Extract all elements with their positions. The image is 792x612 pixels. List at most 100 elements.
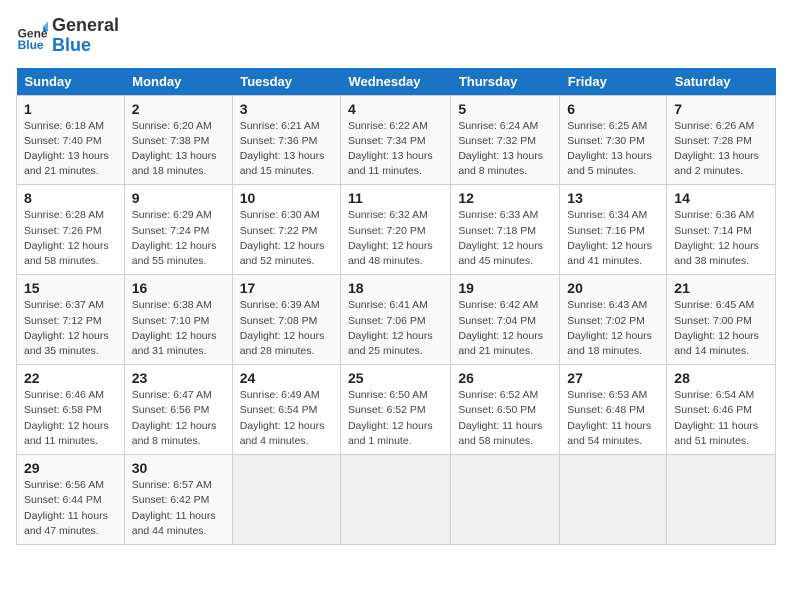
day-number: 15	[24, 280, 117, 296]
day-number: 27	[567, 370, 659, 386]
weekday-wednesday: Wednesday	[340, 68, 450, 96]
calendar-cell: 29 Sunrise: 6:56 AM Sunset: 6:44 PM Dayli…	[17, 455, 125, 545]
calendar-cell	[560, 455, 667, 545]
day-number: 20	[567, 280, 659, 296]
day-number: 1	[24, 101, 117, 117]
weekday-thursday: Thursday	[451, 68, 560, 96]
calendar-cell: 5 Sunrise: 6:24 AM Sunset: 7:32 PM Daylig…	[451, 95, 560, 185]
calendar-cell	[340, 455, 450, 545]
calendar-cell: 4Sunrise: 6:22 AM Sunset: 7:34 PM Daylig…	[340, 95, 450, 185]
calendar-cell: 3 Sunrise: 6:21 AM Sunset: 7:36 PM Daylig…	[232, 95, 340, 185]
day-info: Sunrise: 6:50 AM Sunset: 6:52 PM Dayligh…	[348, 388, 443, 449]
calendar-cell: 25 Sunrise: 6:50 AM Sunset: 6:52 PM Dayli…	[340, 365, 450, 455]
day-number: 22	[24, 370, 117, 386]
weekday-monday: Monday	[124, 68, 232, 96]
day-info: Sunrise: 6:53 AM Sunset: 6:48 PM Dayligh…	[567, 388, 659, 449]
day-number: 19	[458, 280, 552, 296]
day-info: Sunrise: 6:24 AM Sunset: 7:32 PM Dayligh…	[458, 119, 552, 180]
weekday-friday: Friday	[560, 68, 667, 96]
weekday-sunday: Sunday	[17, 68, 125, 96]
logo-icon: General Blue	[16, 20, 48, 52]
calendar-cell: 6 Sunrise: 6:25 AM Sunset: 7:30 PM Daylig…	[560, 95, 667, 185]
calendar-cell	[667, 455, 776, 545]
day-info: Sunrise: 6:46 AM Sunset: 6:58 PM Dayligh…	[24, 388, 117, 449]
day-info: Sunrise: 6:30 AM Sunset: 7:22 PM Dayligh…	[240, 208, 333, 269]
day-number: 21	[674, 280, 768, 296]
calendar-cell: 28Sunrise: 6:54 AM Sunset: 6:46 PM Dayli…	[667, 365, 776, 455]
calendar-cell: 1Sunrise: 6:18 AM Sunset: 7:40 PM Daylig…	[17, 95, 125, 185]
calendar-cell: 19 Sunrise: 6:42 AM Sunset: 7:04 PM Dayli…	[451, 275, 560, 365]
weekday-header-row: SundayMondayTuesdayWednesdayThursdayFrid…	[17, 68, 776, 96]
day-info: Sunrise: 6:20 AM Sunset: 7:38 PM Dayligh…	[132, 119, 225, 180]
day-info: Sunrise: 6:38 AM Sunset: 7:10 PM Dayligh…	[132, 298, 225, 359]
day-info: Sunrise: 6:52 AM Sunset: 6:50 PM Dayligh…	[458, 388, 552, 449]
day-info: Sunrise: 6:43 AM Sunset: 7:02 PM Dayligh…	[567, 298, 659, 359]
day-info: Sunrise: 6:36 AM Sunset: 7:14 PM Dayligh…	[674, 208, 768, 269]
day-number: 24	[240, 370, 333, 386]
calendar-cell: 9 Sunrise: 6:29 AM Sunset: 7:24 PM Daylig…	[124, 185, 232, 275]
calendar-cell: 21 Sunrise: 6:45 AM Sunset: 7:00 PM Dayli…	[667, 275, 776, 365]
calendar-cell: 30Sunrise: 6:57 AM Sunset: 6:42 PM Dayli…	[124, 455, 232, 545]
calendar-week-0: 1Sunrise: 6:18 AM Sunset: 7:40 PM Daylig…	[17, 95, 776, 185]
day-info: Sunrise: 6:39 AM Sunset: 7:08 PM Dayligh…	[240, 298, 333, 359]
day-number: 6	[567, 101, 659, 117]
day-number: 7	[674, 101, 768, 117]
calendar-cell: 26 Sunrise: 6:52 AM Sunset: 6:50 PM Dayli…	[451, 365, 560, 455]
day-number: 2	[132, 101, 225, 117]
day-info: Sunrise: 6:25 AM Sunset: 7:30 PM Dayligh…	[567, 119, 659, 180]
logo: General Blue General Blue	[16, 16, 119, 56]
calendar-cell: 8 Sunrise: 6:28 AM Sunset: 7:26 PM Daylig…	[17, 185, 125, 275]
calendar-cell: 15Sunrise: 6:37 AM Sunset: 7:12 PM Dayli…	[17, 275, 125, 365]
calendar-cell: 10 Sunrise: 6:30 AM Sunset: 7:22 PM Dayli…	[232, 185, 340, 275]
day-number: 12	[458, 190, 552, 206]
day-number: 14	[674, 190, 768, 206]
day-info: Sunrise: 6:45 AM Sunset: 7:00 PM Dayligh…	[674, 298, 768, 359]
weekday-saturday: Saturday	[667, 68, 776, 96]
day-number: 28	[674, 370, 768, 386]
day-number: 9	[132, 190, 225, 206]
calendar-cell: 24 Sunrise: 6:49 AM Sunset: 6:54 PM Dayli…	[232, 365, 340, 455]
calendar-week-1: 8 Sunrise: 6:28 AM Sunset: 7:26 PM Daylig…	[17, 185, 776, 275]
calendar-cell: 22 Sunrise: 6:46 AM Sunset: 6:58 PM Dayli…	[17, 365, 125, 455]
day-number: 10	[240, 190, 333, 206]
day-number: 13	[567, 190, 659, 206]
day-info: Sunrise: 6:26 AM Sunset: 7:28 PM Dayligh…	[674, 119, 768, 180]
day-info: Sunrise: 6:32 AM Sunset: 7:20 PM Dayligh…	[348, 208, 443, 269]
calendar-table: SundayMondayTuesdayWednesdayThursdayFrid…	[16, 68, 776, 545]
day-number: 4	[348, 101, 443, 117]
day-info: Sunrise: 6:42 AM Sunset: 7:04 PM Dayligh…	[458, 298, 552, 359]
calendar-cell: 2 Sunrise: 6:20 AM Sunset: 7:38 PM Daylig…	[124, 95, 232, 185]
day-info: Sunrise: 6:21 AM Sunset: 7:36 PM Dayligh…	[240, 119, 333, 180]
day-info: Sunrise: 6:29 AM Sunset: 7:24 PM Dayligh…	[132, 208, 225, 269]
day-info: Sunrise: 6:49 AM Sunset: 6:54 PM Dayligh…	[240, 388, 333, 449]
day-info: Sunrise: 6:57 AM Sunset: 6:42 PM Dayligh…	[132, 478, 225, 539]
calendar-cell: 11 Sunrise: 6:32 AM Sunset: 7:20 PM Dayli…	[340, 185, 450, 275]
calendar-week-3: 22 Sunrise: 6:46 AM Sunset: 6:58 PM Dayli…	[17, 365, 776, 455]
day-number: 17	[240, 280, 333, 296]
calendar-cell: 12 Sunrise: 6:33 AM Sunset: 7:18 PM Dayli…	[451, 185, 560, 275]
calendar-cell	[232, 455, 340, 545]
day-info: Sunrise: 6:28 AM Sunset: 7:26 PM Dayligh…	[24, 208, 117, 269]
day-number: 29	[24, 460, 117, 476]
day-number: 3	[240, 101, 333, 117]
calendar-week-4: 29 Sunrise: 6:56 AM Sunset: 6:44 PM Dayli…	[17, 455, 776, 545]
day-number: 11	[348, 190, 443, 206]
day-number: 18	[348, 280, 443, 296]
page-header: General Blue General Blue	[16, 16, 776, 56]
calendar-cell: 23Sunrise: 6:47 AM Sunset: 6:56 PM Dayli…	[124, 365, 232, 455]
calendar-cell: 20 Sunrise: 6:43 AM Sunset: 7:02 PM Dayli…	[560, 275, 667, 365]
day-info: Sunrise: 6:33 AM Sunset: 7:18 PM Dayligh…	[458, 208, 552, 269]
calendar-cell: 7 Sunrise: 6:26 AM Sunset: 7:28 PM Daylig…	[667, 95, 776, 185]
day-info: Sunrise: 6:34 AM Sunset: 7:16 PM Dayligh…	[567, 208, 659, 269]
day-number: 26	[458, 370, 552, 386]
calendar-cell: 16 Sunrise: 6:38 AM Sunset: 7:10 PM Dayli…	[124, 275, 232, 365]
calendar-cell: 14 Sunrise: 6:36 AM Sunset: 7:14 PM Dayli…	[667, 185, 776, 275]
day-number: 25	[348, 370, 443, 386]
calendar-week-2: 15Sunrise: 6:37 AM Sunset: 7:12 PM Dayli…	[17, 275, 776, 365]
calendar-cell: 27 Sunrise: 6:53 AM Sunset: 6:48 PM Dayli…	[560, 365, 667, 455]
day-info: Sunrise: 6:56 AM Sunset: 6:44 PM Dayligh…	[24, 478, 117, 539]
day-number: 8	[24, 190, 117, 206]
day-number: 5	[458, 101, 552, 117]
day-info: Sunrise: 6:41 AM Sunset: 7:06 PM Dayligh…	[348, 298, 443, 359]
day-number: 16	[132, 280, 225, 296]
